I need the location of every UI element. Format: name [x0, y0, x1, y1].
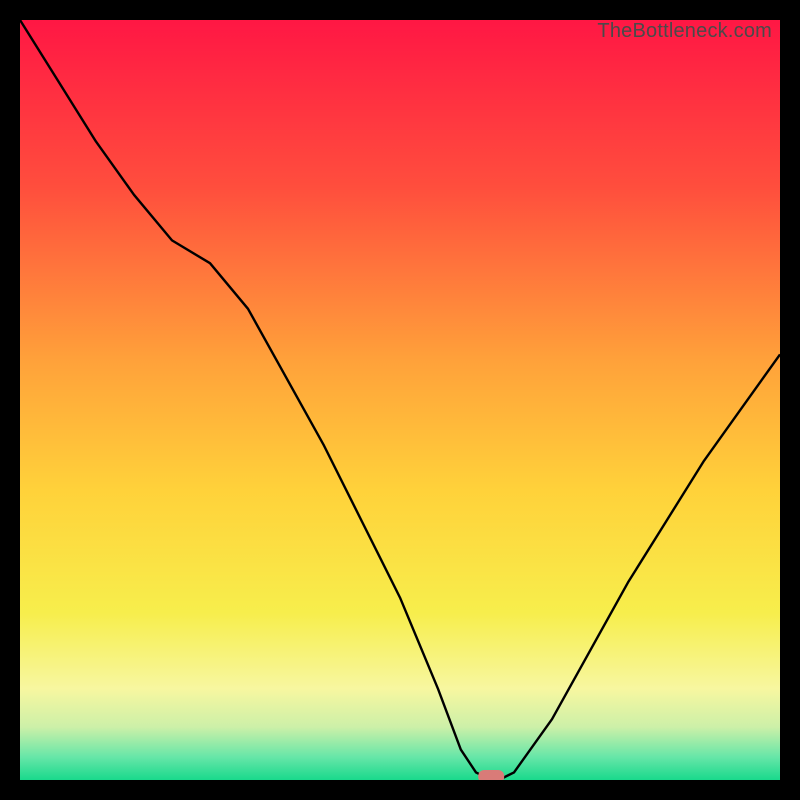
plot-area: TheBottleneck.com — [20, 20, 780, 780]
curve-layer — [20, 20, 780, 780]
target-marker — [478, 770, 504, 780]
bottleneck-curve — [20, 20, 780, 780]
watermark: TheBottleneck.com — [597, 20, 772, 43]
chart-root: TheBottleneck.com — [0, 0, 800, 800]
